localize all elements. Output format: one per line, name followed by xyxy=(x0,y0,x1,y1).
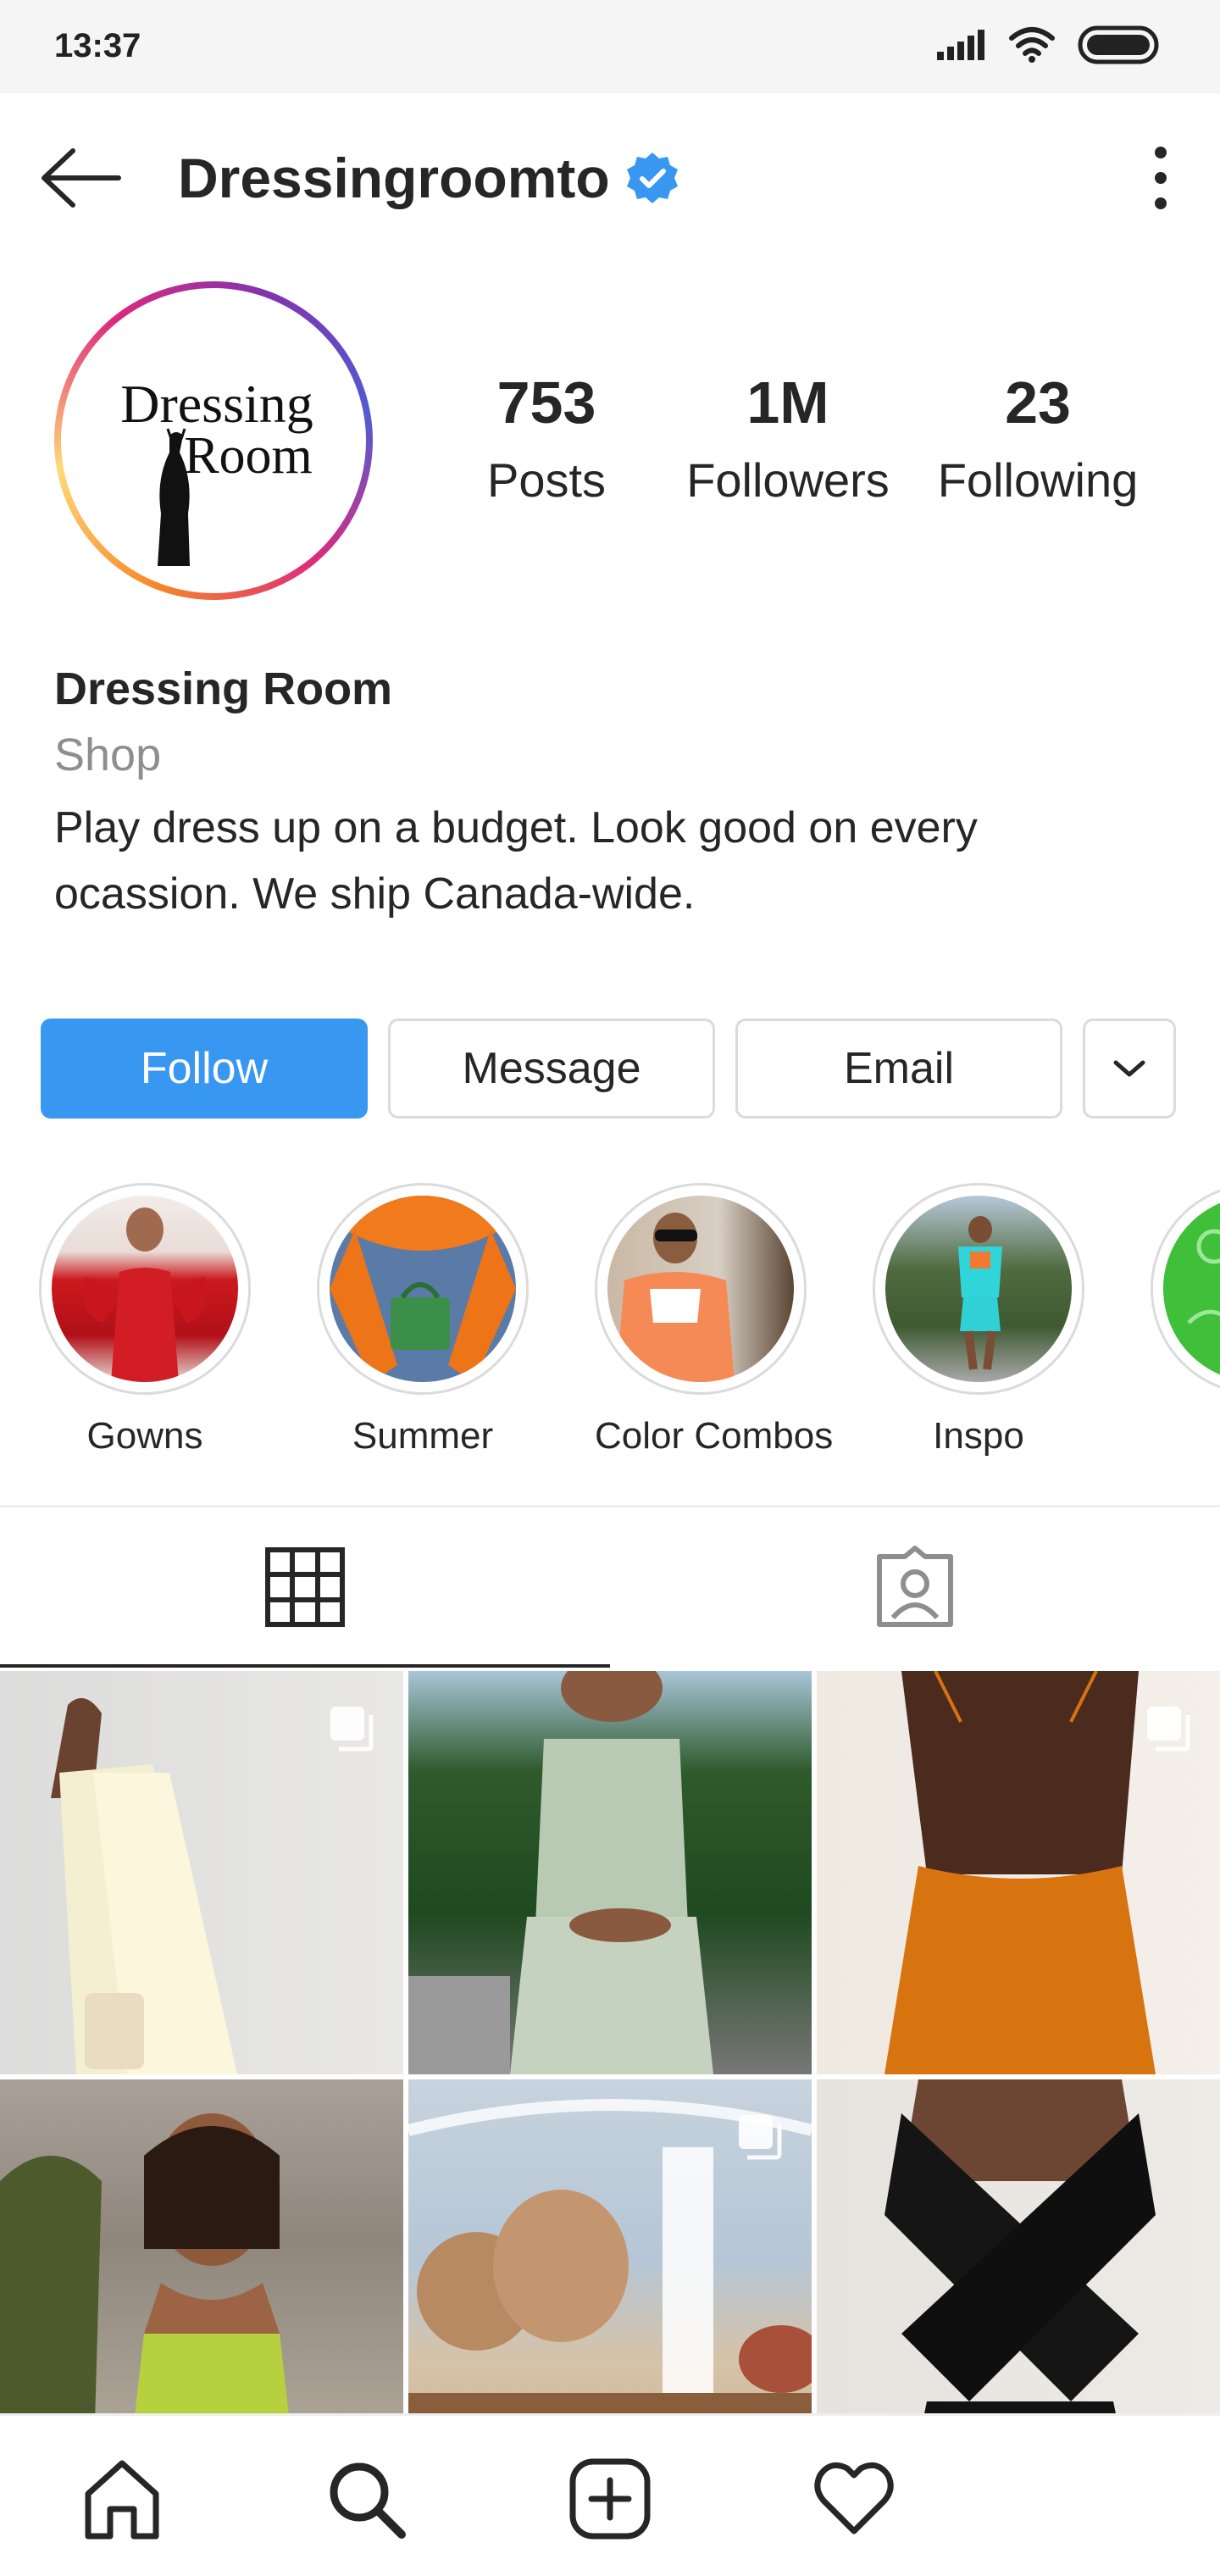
stat-following[interactable]: 23 Following xyxy=(923,373,1152,508)
verified-badge xyxy=(625,151,679,205)
verified-icon xyxy=(627,153,678,203)
highlight-gowns[interactable]: Gowns xyxy=(39,1183,251,1457)
multiple-photos-icon xyxy=(330,1707,374,1752)
multiple-photos-icon xyxy=(739,2115,782,2160)
signal-icon xyxy=(937,30,984,60)
more-vertical-icon xyxy=(1155,147,1167,209)
profile-tabs xyxy=(0,1508,1220,1666)
tab-posts-grid[interactable] xyxy=(0,1508,610,1666)
stat-followers[interactable]: 1M Followers xyxy=(652,373,923,508)
back-button[interactable] xyxy=(34,136,127,220)
highlight-inspo[interactable]: Inspo xyxy=(873,1183,1084,1457)
profile-username: Dressingroomto xyxy=(178,147,610,209)
message-button[interactable]: Message xyxy=(388,1019,715,1119)
section-divider xyxy=(0,1505,1220,1507)
email-button[interactable]: Email xyxy=(735,1019,1062,1119)
highlight-label: Color Combos xyxy=(595,1415,834,1457)
nav-activity[interactable] xyxy=(803,2448,905,2550)
highlight-label: Gowns xyxy=(86,1415,203,1457)
highlight-ring xyxy=(1151,1183,1220,1395)
battery-icon xyxy=(1078,25,1159,64)
stat-posts-value: 753 xyxy=(496,369,596,436)
home-icon xyxy=(85,2460,159,2540)
stat-posts-label: Posts xyxy=(486,453,607,507)
nav-search[interactable] xyxy=(315,2448,417,2550)
logo-text-line2: Room xyxy=(184,427,313,485)
profile-avatar[interactable]: Dressing Room xyxy=(54,281,373,600)
top-nav: Dressingroomto xyxy=(0,93,1220,254)
post-thumbnail[interactable] xyxy=(817,1671,1220,2074)
highlight-thumbnail xyxy=(607,1196,794,1382)
highlight-ring xyxy=(595,1183,807,1395)
profile-stats: 753 Posts 1M Followers 23 Following xyxy=(441,373,1169,508)
highlight-color-combos[interactable]: Color Combos xyxy=(595,1183,834,1457)
profile-category: Shop xyxy=(54,730,162,780)
tab-tagged[interactable] xyxy=(610,1508,1220,1666)
highlight-ring xyxy=(39,1183,251,1395)
multiple-photos-icon xyxy=(1147,1707,1190,1752)
stat-followers-value: 1M xyxy=(746,369,829,436)
highlight-ring xyxy=(873,1183,1084,1395)
status-bar: 13:37 xyxy=(0,0,1220,93)
nav-home[interactable] xyxy=(71,2448,173,2550)
stat-followers-label: Followers xyxy=(686,453,890,507)
dressing-room-logo: Dressing Room xyxy=(120,374,313,566)
profile-bio: Play dress up on a budget. Look good on … xyxy=(54,803,978,919)
active-tab-indicator xyxy=(0,1664,610,1668)
status-icons xyxy=(935,25,1161,64)
highlight-thumbnail xyxy=(330,1196,516,1382)
highlight-label: Summer xyxy=(352,1415,494,1457)
stat-following-label: Following xyxy=(937,453,1139,507)
follow-button[interactable]: Follow xyxy=(41,1019,368,1119)
highlight-label: De xyxy=(1151,1415,1220,1457)
logo-text-line1: Dressing xyxy=(120,374,313,434)
wifi-icon xyxy=(1009,27,1055,63)
avatar-inner: Dressing Room xyxy=(61,288,366,593)
profile-display-name: Dressing Room xyxy=(54,663,393,714)
status-time: 13:37 xyxy=(54,27,141,64)
highlight-thumbnail xyxy=(52,1196,238,1382)
highlight-de[interactable]: De xyxy=(1151,1183,1220,1457)
post-thumbnail[interactable] xyxy=(0,1671,403,2074)
heart-icon xyxy=(814,2462,894,2534)
suggested-accounts-button[interactable] xyxy=(1083,1019,1176,1119)
highlight-thumbnail xyxy=(885,1196,1072,1382)
profile-page: 13:37 Dressingroomto Dressing Room 753 P… xyxy=(0,0,1220,2576)
post-thumbnail[interactable] xyxy=(408,1671,812,2074)
stat-posts[interactable]: 753 Posts xyxy=(441,373,652,508)
search-icon xyxy=(330,2462,406,2539)
more-options-button[interactable] xyxy=(1135,140,1186,216)
arrow-left-icon xyxy=(42,148,121,208)
nav-add-post[interactable] xyxy=(559,2448,661,2550)
tagged-user-icon xyxy=(877,1546,953,1627)
highlight-thumbnail xyxy=(1163,1196,1220,1382)
story-highlights: Gowns Summer Color Combos Inspo xyxy=(0,1183,1220,1463)
add-post-icon xyxy=(569,2458,651,2540)
posts-grid xyxy=(0,1671,1220,2483)
bottom-nav xyxy=(0,2413,1220,2576)
stat-following-value: 23 xyxy=(1005,369,1071,436)
grid-icon xyxy=(265,1547,345,1627)
chevron-down-icon xyxy=(1113,1060,1145,1077)
highlight-label: Inspo xyxy=(933,1415,1024,1457)
highlight-ring xyxy=(317,1183,529,1395)
highlight-summer[interactable]: Summer xyxy=(317,1183,529,1457)
